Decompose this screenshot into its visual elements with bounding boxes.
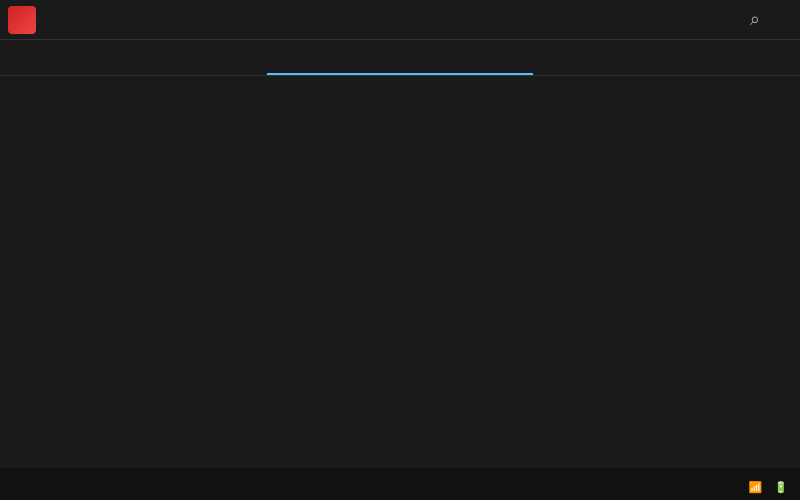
- top-bar: ⌕: [0, 0, 800, 40]
- bottom-bar: 📶 🔋: [0, 468, 800, 500]
- tab-system-apps[interactable]: [0, 40, 267, 75]
- search-icon[interactable]: ⌕: [750, 9, 760, 30]
- signal-icon: 📶: [749, 481, 763, 494]
- status-bar: 📶 🔋: [749, 481, 788, 494]
- tab-bar: [0, 40, 800, 76]
- tab-installer[interactable]: [533, 40, 800, 75]
- app-list: [0, 76, 800, 468]
- battery-icon: 🔋: [774, 481, 788, 494]
- app-logo: [8, 6, 36, 34]
- top-icons: ⌕: [750, 9, 792, 30]
- tab-3rd-apps[interactable]: [267, 40, 534, 75]
